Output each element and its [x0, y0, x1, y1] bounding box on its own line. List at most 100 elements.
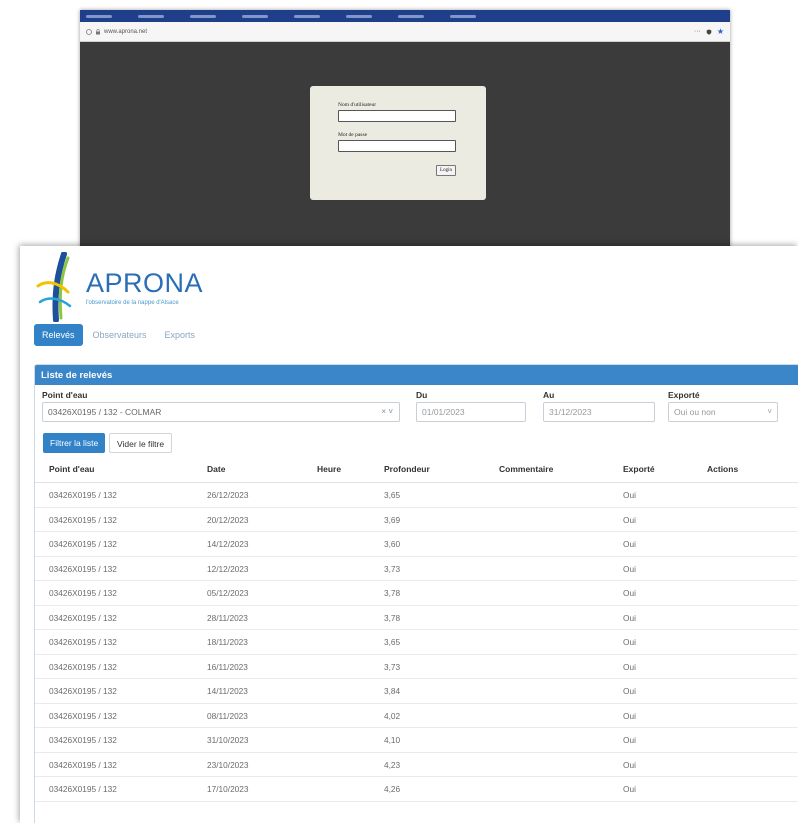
table-row[interactable]: 03426X0195 / 132 14/11/2023 3,84 Oui — [35, 679, 798, 704]
cell-date: 26/12/2023 — [207, 490, 249, 500]
du-label: Du — [416, 390, 428, 400]
cell-point-eau: 03426X0195 / 132 — [49, 514, 117, 525]
table-body: 03426X0195 / 132 26/12/2023 3,65 Oui 03426X0… — [35, 483, 798, 802]
cell-point-eau: 03426X0195 / 132 — [49, 539, 117, 549]
header-profondeur[interactable]: Profondeur — [384, 464, 430, 474]
cell-exporte: Oui — [623, 735, 636, 745]
url-text[interactable]: www.aprona.net — [104, 29, 147, 35]
point-select[interactable]: 03426X0195 / 132 - COLMAR × ˅ — [42, 402, 400, 422]
tab-releves[interactable]: Relevés — [34, 324, 83, 346]
cell-profondeur: 3,65 — [384, 490, 401, 500]
cell-exporte: Oui — [623, 588, 636, 598]
login-button[interactable]: Login — [436, 165, 456, 176]
cell-profondeur: 4,10 — [384, 735, 401, 745]
header-commentaire[interactable]: Commentaire — [499, 464, 553, 474]
cell-profondeur: 4,23 — [384, 759, 401, 770]
table-row[interactable]: 03426X0195 / 132 18/11/2023 3,65 Oui — [35, 630, 798, 655]
username-label: Nom d'utilisateur — [338, 102, 377, 108]
cell-profondeur: 4,02 — [384, 710, 401, 721]
cell-profondeur: 3,65 — [384, 637, 401, 647]
cell-exporte: Oui — [623, 661, 636, 672]
page-actions-icon[interactable]: ··· — [694, 28, 701, 35]
header-date[interactable]: Date — [207, 464, 225, 474]
header-exporte[interactable]: Exporté — [623, 464, 655, 474]
releves-panel: Liste de relevés Point d'eau 03426X0195 … — [34, 364, 798, 823]
filter-buttons: Filtrer la liste Vider le filtre — [35, 429, 798, 457]
exporte-select-value: Oui ou non — [674, 407, 716, 417]
username-input[interactable] — [338, 110, 456, 122]
table-row[interactable]: 03426X0195 / 132 20/12/2023 3,69 Oui — [35, 508, 798, 532]
table-row[interactable]: 03426X0195 / 132 12/12/2023 3,73 Oui — [35, 557, 798, 581]
table-row[interactable]: 03426X0195 / 132 26/12/2023 3,65 Oui — [35, 483, 798, 508]
point-label: Point d'eau — [42, 390, 88, 400]
cell-profondeur: 3,69 — [384, 514, 401, 525]
table-row[interactable]: 03426X0195 / 132 28/11/2023 3,78 Oui — [35, 606, 798, 630]
cell-date: 14/12/2023 — [207, 539, 249, 549]
cell-date: 16/11/2023 — [207, 661, 248, 672]
cell-profondeur: 3,73 — [384, 661, 401, 672]
tab-observateurs[interactable]: Observateurs — [85, 324, 155, 346]
cell-date: 17/10/2023 — [207, 784, 249, 794]
cell-point-eau: 03426X0195 / 132 — [49, 759, 117, 770]
cell-exporte: Oui — [623, 539, 636, 549]
table-row[interactable]: 03426X0195 / 132 23/10/2023 4,23 Oui — [35, 753, 798, 777]
browser-tab[interactable] — [450, 14, 476, 18]
browser-tab[interactable] — [138, 14, 164, 18]
table-row[interactable]: 03426X0195 / 132 31/10/2023 4,10 Oui — [35, 728, 798, 753]
password-input[interactable] — [338, 140, 456, 152]
cell-point-eau: 03426X0195 / 132 — [49, 661, 117, 672]
cell-exporte: Oui — [623, 490, 636, 500]
browser-tab[interactable] — [86, 14, 112, 18]
browser-tab[interactable] — [398, 14, 424, 18]
logo-tagline: l'observatoire de la nappe d'Alsace — [86, 300, 179, 306]
cell-exporte: Oui — [623, 514, 636, 525]
lock-icon — [96, 28, 100, 34]
browser-tab[interactable] — [190, 14, 216, 18]
du-date-input[interactable]: 01/01/2023 — [416, 402, 526, 422]
cell-date: 14/11/2023 — [207, 686, 248, 696]
tab-exports[interactable]: Exports — [157, 324, 204, 346]
table-header: Point d'eau Date Heure Profondeur Commen… — [35, 457, 798, 483]
clear-filter-button[interactable]: Vider le filtre — [109, 433, 173, 453]
cell-exporte: Oui — [623, 612, 636, 623]
releves-table: Point d'eau Date Heure Profondeur Commen… — [35, 457, 798, 802]
login-screenshot: www.aprona.net ··· ★ Nom d'utilisateur M… — [80, 10, 730, 260]
panel-title: Liste de relevés — [35, 365, 798, 385]
bookmark-star-icon[interactable]: ★ — [717, 27, 724, 36]
header-point-eau[interactable]: Point d'eau — [49, 464, 94, 474]
exporte-select[interactable]: Oui ou non ˅ — [668, 402, 778, 422]
filter-button[interactable]: Filtrer la liste — [43, 433, 106, 453]
nav-tabs: Relevés Observateurs Exports — [34, 324, 203, 346]
cell-point-eau: 03426X0195 / 132 — [49, 686, 117, 696]
cell-point-eau: 03426X0195 / 132 — [49, 490, 117, 500]
cell-exporte: Oui — [623, 710, 636, 721]
browser-url-bar[interactable]: www.aprona.net ··· ★ — [80, 22, 730, 42]
cell-point-eau: 03426X0195 / 132 — [49, 637, 117, 647]
browser-tab[interactable] — [346, 14, 372, 18]
table-row[interactable]: 03426X0195 / 132 08/11/2023 4,02 Oui — [35, 704, 798, 728]
browser-tab[interactable] — [294, 14, 320, 18]
cell-point-eau: 03426X0195 / 132 — [49, 612, 117, 623]
table-row[interactable]: 03426X0195 / 132 05/12/2023 3,78 Oui — [35, 581, 798, 606]
au-date-input[interactable]: 31/12/2023 — [543, 402, 655, 422]
aprona-logo: APRONA l'observatoire de la nappe d'Alsa… — [34, 252, 234, 324]
cell-point-eau: 03426X0195 / 132 — [49, 563, 117, 574]
clear-chevron-icon[interactable]: × ˅ — [381, 407, 393, 416]
cell-profondeur: 3,78 — [384, 588, 401, 598]
table-row[interactable]: 03426X0195 / 132 16/11/2023 3,73 Oui — [35, 655, 798, 679]
exporte-label: Exporté — [668, 390, 700, 400]
cell-point-eau: 03426X0195 / 132 — [49, 710, 117, 721]
browser-tab[interactable] — [242, 14, 268, 18]
cell-exporte: Oui — [623, 759, 636, 770]
table-row[interactable]: 03426X0195 / 132 17/10/2023 4,26 Oui — [35, 777, 798, 802]
cell-point-eau: 03426X0195 / 132 — [49, 784, 117, 794]
au-label: Au — [543, 390, 555, 400]
shield-icon[interactable] — [706, 29, 712, 35]
cell-date: 20/12/2023 — [207, 514, 249, 525]
cell-profondeur: 4,26 — [384, 784, 401, 794]
app-screenshot: APRONA l'observatoire de la nappe d'Alsa… — [20, 246, 798, 823]
table-row[interactable]: 03426X0195 / 132 14/12/2023 3,60 Oui — [35, 532, 798, 557]
header-heure[interactable]: Heure — [317, 464, 341, 474]
cell-exporte: Oui — [623, 784, 636, 794]
info-icon[interactable] — [86, 28, 92, 35]
